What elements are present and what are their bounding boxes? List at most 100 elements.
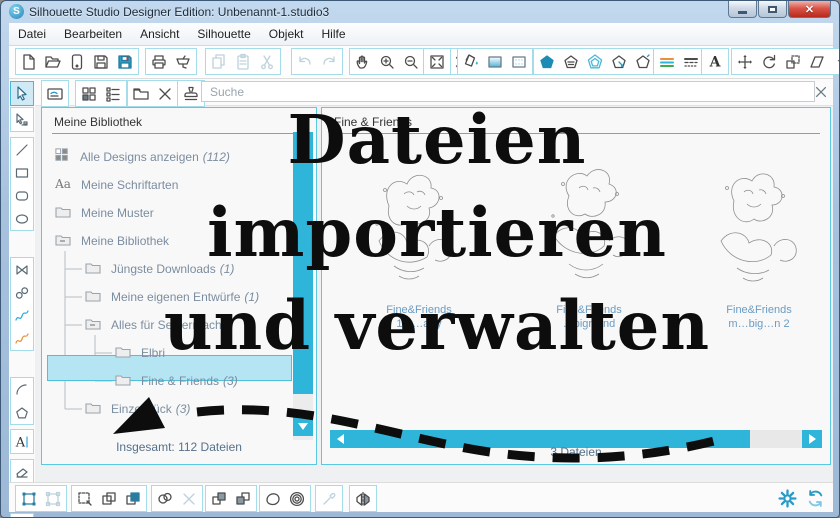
page-icon[interactable] (11, 514, 33, 517)
shape-style-icon[interactable] (559, 50, 583, 74)
chevron-right-icon (808, 434, 816, 444)
library-item-all-designs[interactable]: Alle Designs anzeigen (112) (54, 144, 230, 170)
paste-icon[interactable] (231, 50, 255, 74)
menu-hilfe[interactable]: Hilfe (312, 27, 354, 41)
redo-icon[interactable] (317, 50, 341, 74)
file-thumbnail[interactable]: Fine&Friends m…big…n 2 (684, 146, 834, 331)
select-icon[interactable] (11, 82, 33, 105)
library-item-selbermacher[interactable]: Alles für Selbermacher (84, 312, 236, 338)
fill-gradient-icon[interactable] (483, 50, 507, 74)
print-icon[interactable] (147, 50, 171, 74)
save-icon[interactable] (89, 50, 113, 74)
minimize-button[interactable] (728, 1, 757, 18)
shape-outline-icon[interactable] (631, 50, 655, 74)
new-document-icon[interactable] (17, 50, 41, 74)
page-setup-icon[interactable] (65, 50, 89, 74)
grid-view-icon[interactable] (77, 82, 101, 106)
list-view-icon[interactable] (101, 82, 125, 106)
text-icon[interactable]: A (11, 430, 33, 453)
pan-icon[interactable] (351, 50, 375, 74)
menu-objekt[interactable]: Objekt (260, 27, 313, 41)
library-item-einzelstueck[interactable]: Einzelstück (3) (84, 396, 190, 422)
shape-trace-icon[interactable] (607, 50, 631, 74)
maximize-button[interactable] (758, 1, 787, 18)
rectangle-icon[interactable] (11, 161, 33, 184)
weld-icon[interactable] (153, 487, 177, 511)
rotate-icon[interactable] (757, 50, 781, 74)
library-item-own-designs[interactable]: Meine eigenen Entwürfe (1) (84, 284, 259, 310)
save-to-library-icon[interactable] (113, 50, 137, 74)
fonts-icon: Aa (54, 175, 72, 196)
library-item-fonts[interactable]: Aa Meine Schriftarten (54, 172, 182, 198)
curve-icon[interactable] (11, 281, 33, 304)
library-close-button[interactable] (811, 82, 831, 102)
smooth-freehand-icon[interactable] (11, 327, 33, 350)
library-item-fine-friends[interactable]: Fine & Friends (3) (114, 368, 238, 394)
eyedropper-icon[interactable] (317, 487, 341, 511)
send-to-silhouette-icon[interactable] (171, 50, 195, 74)
concentric-icon[interactable] (285, 487, 309, 511)
settings-gear-icon[interactable] (775, 486, 799, 510)
regular-polygon-icon[interactable] (11, 401, 33, 424)
file-thumbnail[interactable]: Fine&Friends 1-b…arty (344, 146, 494, 331)
send-backward-icon[interactable] (231, 487, 255, 511)
text-style-icon[interactable]: A (703, 50, 727, 74)
ungroup-icon[interactable] (41, 487, 65, 511)
offset-icon[interactable] (261, 487, 285, 511)
fit-to-page-icon[interactable] (425, 50, 449, 74)
zoom-out-icon[interactable] (399, 50, 423, 74)
library-item-elbri[interactable]: Elbri (114, 340, 169, 366)
folder-content-panel: Fine & Friends Fine&Friends 1-b…arty Fin… (321, 107, 831, 465)
copy-icon[interactable] (207, 50, 231, 74)
shear-icon[interactable] (805, 50, 829, 74)
rounded-rectangle-icon[interactable] (11, 184, 33, 207)
eraser-icon[interactable] (11, 460, 33, 483)
fill-bucket-icon[interactable] (459, 50, 483, 74)
shape-offset-icon[interactable] (583, 50, 607, 74)
search-input[interactable] (201, 81, 815, 102)
titlebar: S Silhouette Studio Designer Edition: Un… (1, 1, 839, 23)
undo-icon[interactable] (293, 50, 317, 74)
shape-fill-icon[interactable] (535, 50, 559, 74)
zoom-in-icon[interactable] (375, 50, 399, 74)
subtract-icon[interactable] (177, 487, 201, 511)
dropdown-icon[interactable] (829, 50, 839, 74)
arc-icon[interactable] (11, 378, 33, 401)
duplicate-fill-icon[interactable] (121, 487, 145, 511)
edit-points-icon[interactable] (11, 108, 33, 131)
move-icon[interactable] (733, 50, 757, 74)
stamp-icon[interactable] (179, 82, 203, 106)
library-item-patterns[interactable]: Meine Muster (54, 200, 158, 226)
flip-icon[interactable] (351, 487, 375, 511)
freehand-icon[interactable] (11, 304, 33, 327)
duplicate-icon[interactable] (97, 487, 121, 511)
menu-bearbeiten[interactable]: Bearbeiten (55, 27, 131, 41)
polygon-icon[interactable] (11, 258, 33, 281)
panels-icon[interactable] (43, 82, 67, 106)
library-item-downloads[interactable]: Jüngste Downloads (1) (84, 256, 234, 282)
menu-silhouette[interactable]: Silhouette (188, 27, 259, 41)
file-thumbnail[interactable]: Fine&Friends …bigr…nd (514, 146, 664, 331)
scale-icon[interactable] (781, 50, 805, 74)
fill-pattern-icon[interactable] (507, 50, 531, 74)
line-style-icon[interactable] (679, 50, 703, 74)
line-color-icon[interactable] (655, 50, 679, 74)
bring-forward-icon[interactable] (207, 487, 231, 511)
line-icon[interactable] (11, 138, 33, 161)
library-scrollbar-thumb[interactable] (293, 132, 313, 394)
cut-icon[interactable] (255, 50, 279, 74)
sync-icon[interactable] (803, 486, 827, 510)
menubar: Datei Bearbeiten Ansicht Silhouette Obje… (9, 23, 833, 46)
select-all-icon[interactable] (73, 487, 97, 511)
menu-datei[interactable]: Datei (9, 27, 55, 41)
library-item-my-library[interactable]: Meine Bibliothek (54, 228, 173, 254)
group-icon[interactable] (17, 487, 41, 511)
library-scrollbar[interactable] (293, 132, 313, 440)
library-scroll-down-button[interactable] (293, 416, 313, 436)
open-icon[interactable] (41, 50, 65, 74)
delete-icon[interactable] (153, 82, 177, 106)
ellipse-icon[interactable] (11, 207, 33, 230)
close-button[interactable]: ✕ (788, 1, 831, 18)
menu-ansicht[interactable]: Ansicht (131, 27, 188, 41)
new-folder-icon[interactable] (129, 82, 153, 106)
